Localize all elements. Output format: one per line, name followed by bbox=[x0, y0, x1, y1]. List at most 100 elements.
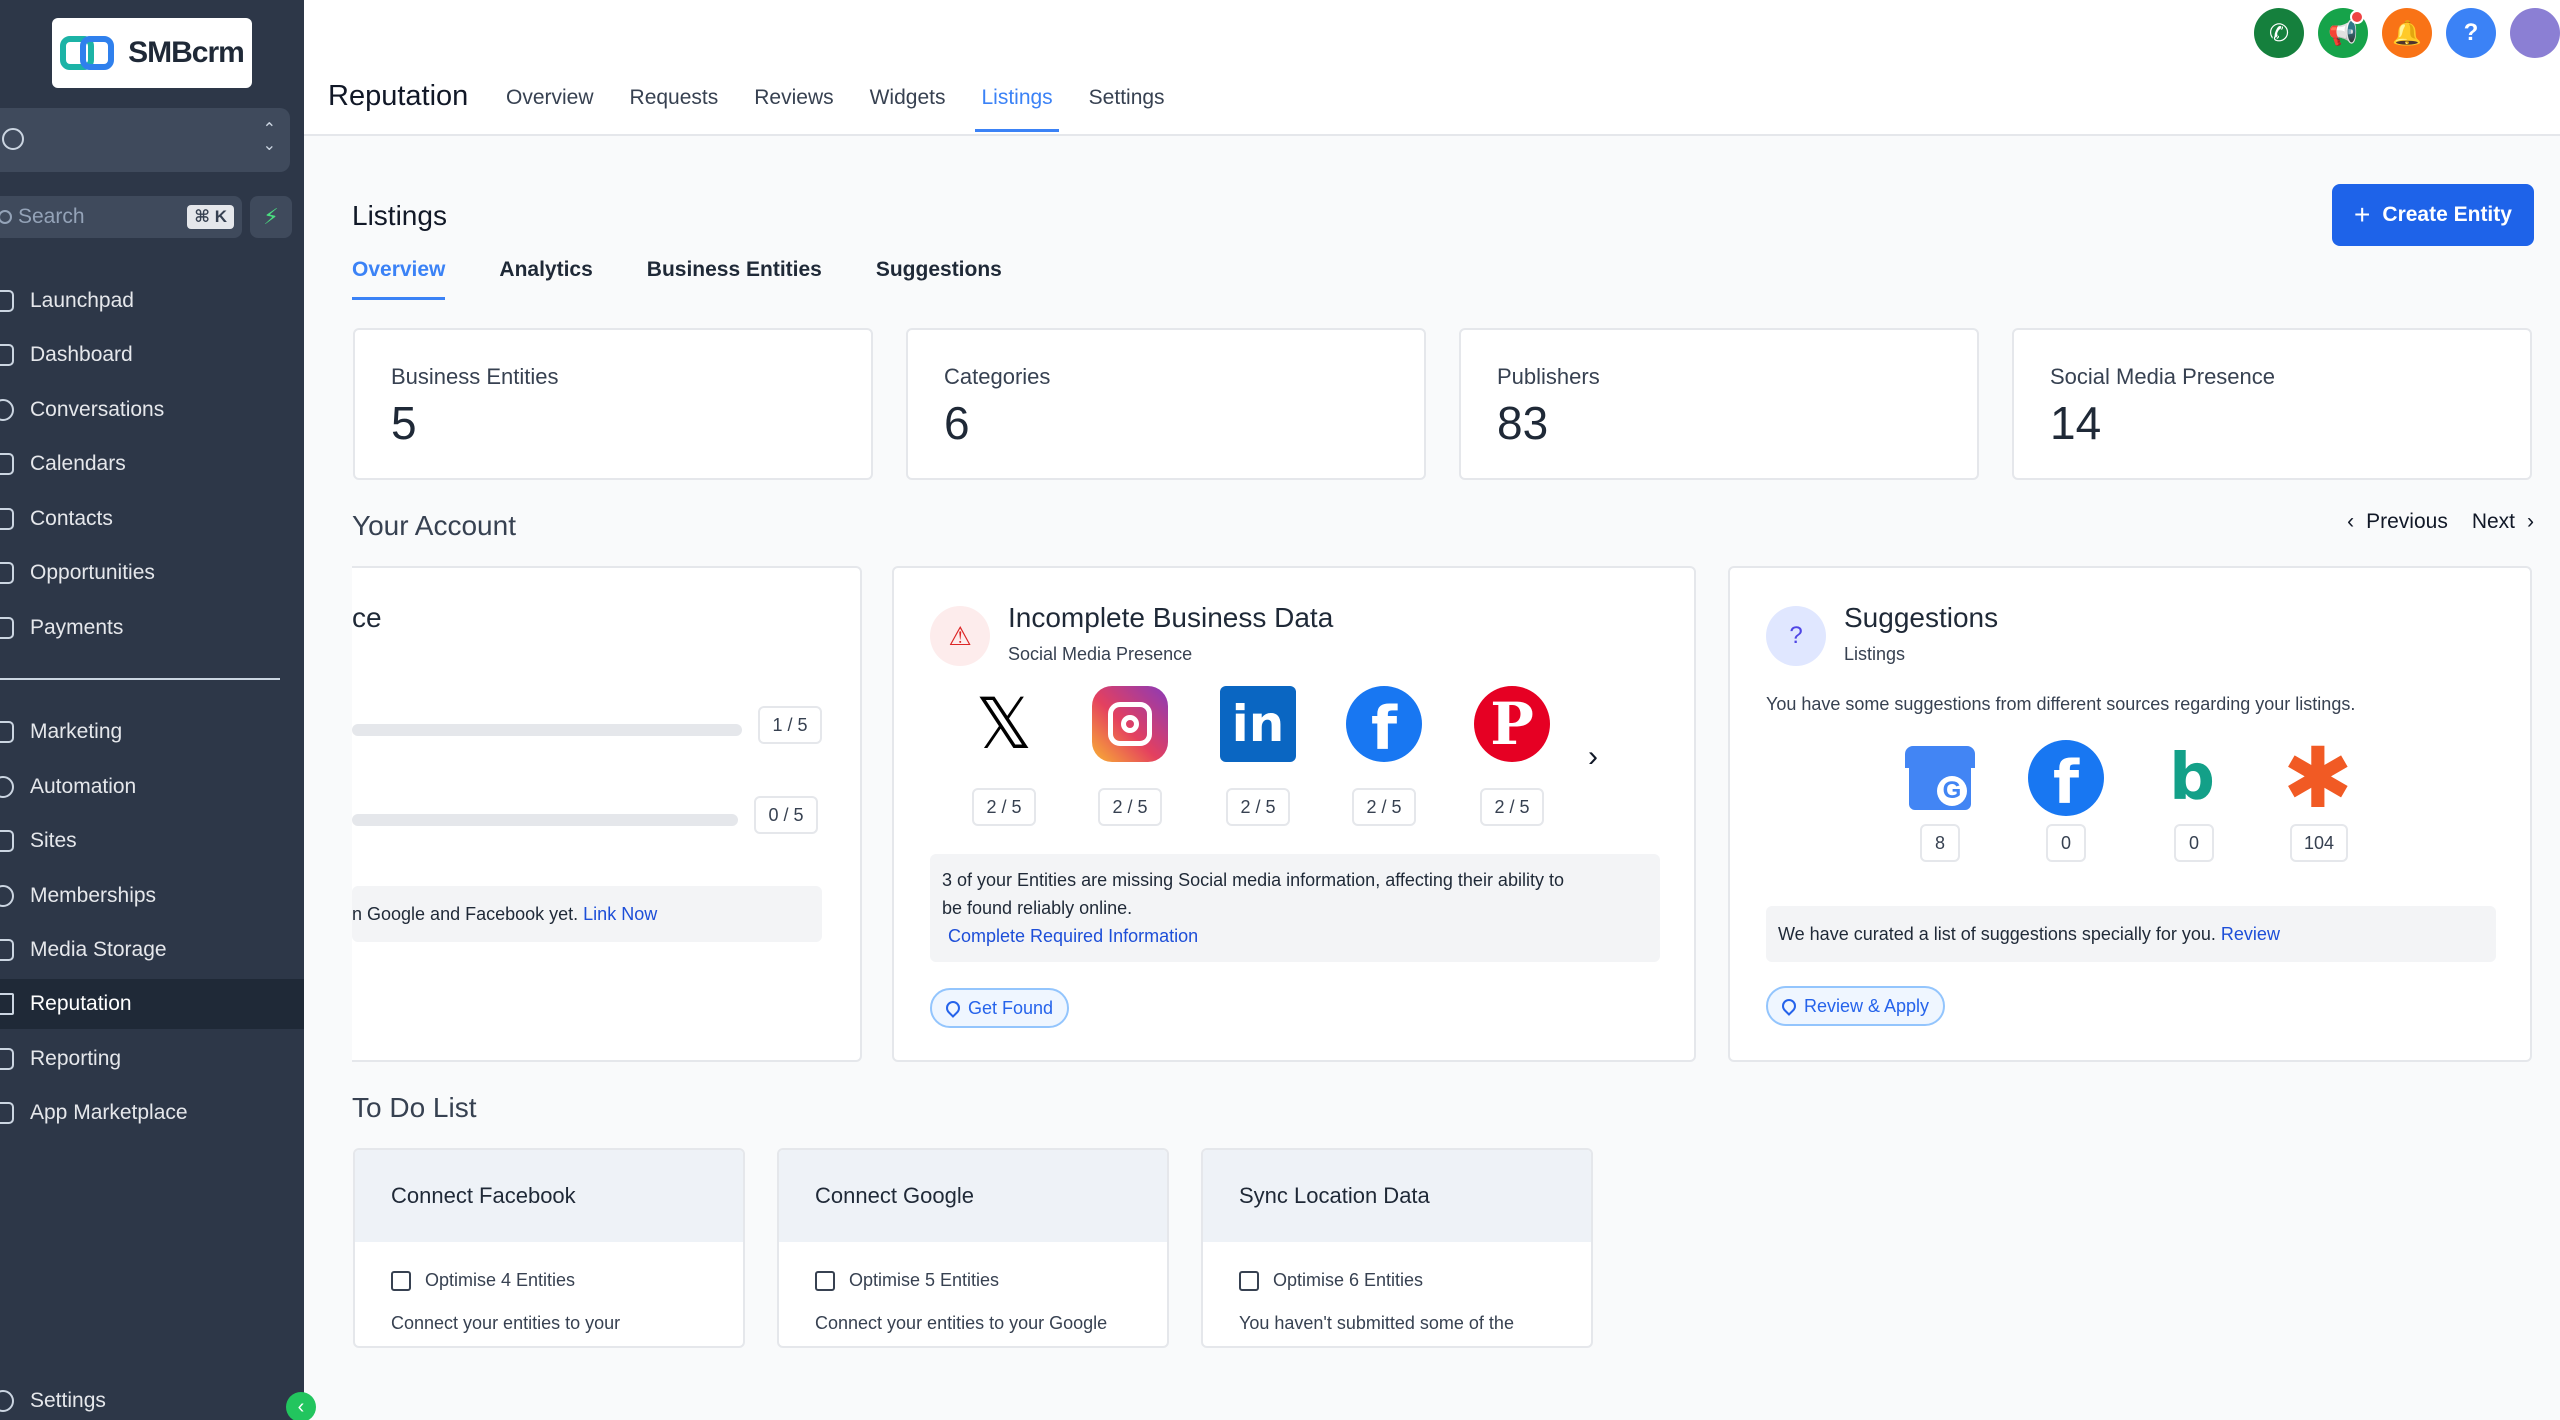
yelp-burst-icon[interactable]: ✱ bbox=[2280, 729, 2356, 827]
sidebar-item-memberships[interactable]: Memberships bbox=[0, 871, 304, 921]
previous-button[interactable]: ‹ Previous bbox=[2347, 510, 2448, 534]
help-icon[interactable]: ? bbox=[2446, 8, 2496, 58]
tab-requests[interactable]: Requests bbox=[612, 70, 737, 130]
todo-card-connect-google[interactable]: Connect Google Optimise 5 Entities Conne… bbox=[777, 1148, 1169, 1348]
tab-overview[interactable]: Overview bbox=[488, 70, 612, 130]
tab-reviews[interactable]: Reviews bbox=[736, 70, 851, 130]
bolt-icon: ⚡ bbox=[263, 204, 279, 229]
bell-icon[interactable]: 🔔 bbox=[2382, 8, 2432, 58]
suggestions-note: We have curated a list of suggestions sp… bbox=[1766, 906, 2496, 962]
get-found-button[interactable]: Get Found bbox=[930, 988, 1070, 1028]
partial-card-title: ce bbox=[352, 602, 382, 633]
todo-meta: Optimise 6 Entities bbox=[1203, 1270, 1591, 1291]
todo-card-sync-location-data[interactable]: Sync Location Data Optimise 6 Entities Y… bbox=[1201, 1148, 1593, 1348]
quick-action-button[interactable]: ⚡ bbox=[250, 196, 292, 238]
instagram-icon[interactable] bbox=[1092, 686, 1168, 762]
calendar-icon bbox=[0, 453, 14, 475]
sidebar-item-app-marketplace[interactable]: App Marketplace bbox=[0, 1088, 304, 1138]
sidebar-item-conversations[interactable]: Conversations bbox=[0, 385, 304, 435]
warning-icon: ⚠ bbox=[930, 606, 990, 666]
review-and-apply-button[interactable]: Review & Apply bbox=[1766, 986, 1946, 1026]
card-title: Incomplete Business Data bbox=[1008, 602, 1334, 633]
todo-description: Connect your entities to your bbox=[391, 1313, 621, 1333]
count-badge: 0 bbox=[2046, 824, 2086, 862]
stat-value: 5 bbox=[391, 397, 417, 449]
phone-icon[interactable]: ✆ bbox=[2254, 8, 2304, 58]
subtab-overview[interactable]: Overview bbox=[352, 258, 446, 300]
sidebar-item-sites[interactable]: Sites bbox=[0, 816, 304, 866]
sidebar-item-contacts[interactable]: Contacts bbox=[0, 494, 304, 544]
sidebar-item-reporting[interactable]: Reporting bbox=[0, 1034, 304, 1084]
suggestions-note-text: We have curated a list of suggestions sp… bbox=[1778, 924, 2216, 944]
sidebar-item-calendars[interactable]: Calendars bbox=[0, 439, 304, 489]
account-switcher[interactable]: ⌃ ⌄ bbox=[0, 108, 290, 172]
review-link[interactable]: Review bbox=[2221, 924, 2280, 944]
megaphone-icon[interactable]: 📢 bbox=[2318, 8, 2368, 58]
sidebar-item-label: Payments bbox=[30, 616, 124, 639]
sidebar-item-label: App Marketplace bbox=[30, 1101, 188, 1124]
x-icon[interactable]: 𝕏 bbox=[966, 685, 1042, 763]
bing-icon[interactable]: b bbox=[2154, 740, 2230, 816]
sidebar-item-settings[interactable]: Settings bbox=[0, 1376, 304, 1420]
subtab-business-entities[interactable]: Business Entities bbox=[647, 258, 822, 300]
suggestion-icon: ? bbox=[1766, 606, 1826, 666]
logo-icon bbox=[60, 34, 116, 72]
sidebar-item-label: Launchpad bbox=[30, 289, 134, 312]
brand-logo[interactable]: SMBcrm bbox=[52, 18, 252, 88]
listings-title: Listings bbox=[352, 200, 447, 231]
chart-icon bbox=[0, 1048, 14, 1070]
card-title: Suggestions bbox=[1844, 602, 1999, 633]
stat-value: 6 bbox=[944, 397, 970, 449]
subtab-analytics[interactable]: Analytics bbox=[499, 258, 592, 300]
ratio-badge: 2 / 5 bbox=[1226, 788, 1290, 826]
contacts-icon bbox=[0, 508, 14, 530]
facebook-icon[interactable]: f bbox=[2028, 740, 2104, 818]
linkedin-icon[interactable]: in bbox=[1220, 686, 1296, 762]
stat-value: 83 bbox=[1497, 397, 1549, 449]
sidebar-item-dashboard[interactable]: Dashboard bbox=[0, 330, 304, 380]
collapse-sidebar-button[interactable]: ‹ bbox=[286, 1392, 316, 1420]
tab-listings[interactable]: Listings bbox=[963, 70, 1070, 132]
sidebar-item-marketing[interactable]: Marketing bbox=[0, 707, 304, 757]
sidebar-item-opportunities[interactable]: Opportunities bbox=[0, 548, 304, 598]
link-now-link[interactable]: Link Now bbox=[583, 904, 657, 924]
next-button[interactable]: Next › bbox=[2472, 510, 2534, 534]
subtab-suggestions[interactable]: Suggestions bbox=[876, 258, 1002, 300]
avatar[interactable] bbox=[2510, 8, 2560, 58]
stat-card-categories: Categories 6 bbox=[906, 328, 1426, 480]
ratio-badge: 2 / 5 bbox=[1098, 788, 1162, 826]
facebook-icon[interactable]: f bbox=[1346, 686, 1422, 764]
sidebar-item-label: Conversations bbox=[30, 398, 165, 421]
count-badge: 8 bbox=[1920, 824, 1960, 862]
complete-required-information-link[interactable]: Complete Required Information bbox=[942, 922, 1648, 950]
building-icon bbox=[815, 1270, 835, 1291]
sidebar-item-label: Media Storage bbox=[30, 938, 167, 961]
apps-icon bbox=[0, 1102, 14, 1124]
tab-settings[interactable]: Settings bbox=[1071, 70, 1183, 130]
listings-sub-tabs: Overview Analytics Business Entities Sug… bbox=[352, 258, 1002, 300]
grid-icon bbox=[0, 344, 14, 366]
pinterest-icon[interactable]: P bbox=[1474, 686, 1550, 762]
sidebar-item-media-storage[interactable]: Media Storage bbox=[0, 925, 304, 975]
tab-widgets[interactable]: Widgets bbox=[852, 70, 964, 130]
search-shortcut: ⌘ K bbox=[187, 205, 234, 229]
search-input[interactable]: Search ⌘ K bbox=[0, 196, 242, 238]
previous-label: Previous bbox=[2366, 510, 2448, 533]
create-entity-button[interactable]: + Create Entity bbox=[2332, 184, 2534, 246]
note-line: be found reliably online. bbox=[942, 898, 1133, 918]
todo-meta: Optimise 4 Entities bbox=[355, 1270, 743, 1291]
sidebar-item-launchpad[interactable]: Launchpad bbox=[0, 276, 304, 326]
todo-description: Connect your entities to your Google bbox=[815, 1313, 1108, 1333]
todo-title: To Do List bbox=[352, 1092, 477, 1123]
sidebar-item-reputation[interactable]: Reputation bbox=[0, 979, 304, 1029]
chevron-right-icon[interactable]: › bbox=[1588, 740, 1598, 774]
progress-bar bbox=[352, 814, 738, 826]
todo-card-connect-facebook[interactable]: Connect Facebook Optimise 4 Entities Con… bbox=[353, 1148, 745, 1348]
sidebar-item-label: Memberships bbox=[30, 884, 157, 907]
google-business-icon[interactable]: G bbox=[1902, 740, 1978, 816]
sidebar-item-label: Settings bbox=[30, 1389, 106, 1412]
payments-icon bbox=[0, 617, 14, 639]
sidebar-item-payments[interactable]: Payments bbox=[0, 603, 304, 653]
sidebar-item-automation[interactable]: Automation bbox=[0, 762, 304, 812]
partial-note-text: n Google and Facebook yet. bbox=[352, 904, 579, 924]
